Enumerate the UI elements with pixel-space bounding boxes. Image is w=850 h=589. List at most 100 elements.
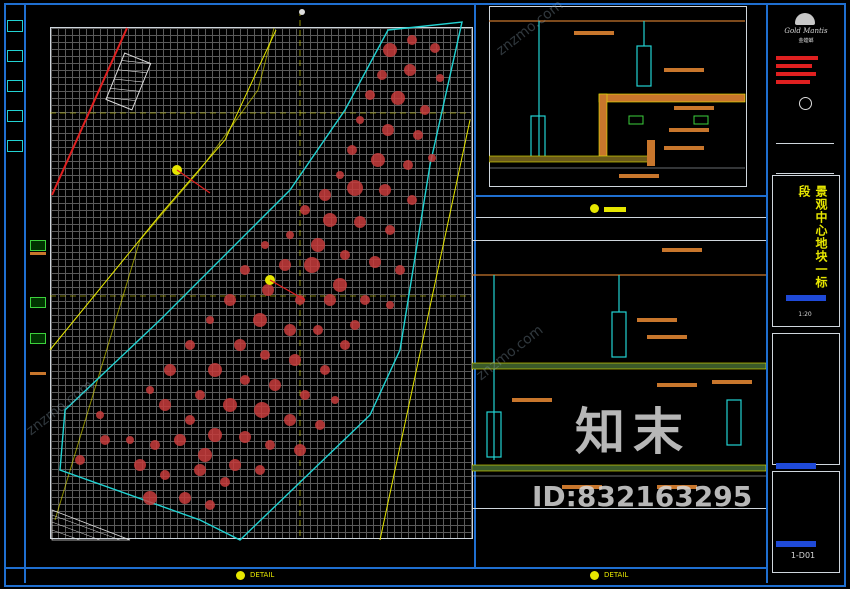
light-fixture-dot [340, 250, 350, 260]
light-fixture-dot [413, 130, 423, 140]
light-fixture-dot [407, 195, 417, 205]
light-fixture-dot [286, 231, 294, 239]
light-fixture-dot [323, 213, 337, 227]
light-fixture-dot [436, 74, 444, 82]
light-fixture-dot [146, 386, 154, 394]
light-fixture-dot [404, 64, 416, 76]
light-fixture-dot [206, 316, 214, 324]
light-fixture-dot [229, 459, 241, 471]
light-fixture-dot [360, 295, 370, 305]
light-fixture-dot [300, 205, 310, 215]
light-fixture-dot [198, 448, 212, 462]
yellow-boundary-line [379, 119, 471, 541]
light-fixture-dot [265, 440, 275, 450]
light-fixture-dot [239, 431, 251, 443]
light-fixture-dot [96, 411, 104, 419]
light-fixture-dot [143, 491, 157, 505]
notes-underline [776, 463, 816, 469]
light-fixture-dot [254, 402, 270, 418]
plan-detail-label: DETAIL [236, 570, 296, 582]
light-fixture-dot [347, 180, 363, 196]
light-fixture-dot [379, 184, 391, 196]
light-fixture-dot [223, 398, 237, 412]
light-fixture-dot [174, 434, 186, 446]
light-fixture-dot [333, 278, 347, 292]
light-fixture-dot [340, 340, 350, 350]
notes-box [772, 333, 840, 465]
light-fixture-dot [371, 153, 385, 167]
light-fixture-dot [428, 154, 436, 162]
section-a-detail-label [590, 203, 650, 215]
light-fixture-dot [208, 428, 222, 442]
light-fixture-dot [255, 465, 265, 475]
panel-divider [476, 195, 766, 197]
section-b-detail-label-text: DETAIL [604, 571, 629, 579]
light-fixture-dot [403, 160, 413, 170]
light-fixture-dot [75, 455, 85, 465]
light-fixture-dot [164, 364, 176, 376]
light-fixture-dot [395, 265, 405, 275]
light-fixture-dot [324, 294, 336, 306]
red-notes-block [776, 56, 818, 90]
light-fixture-dot [261, 241, 269, 249]
light-fixture-dot [260, 350, 270, 360]
title-line [776, 173, 834, 174]
light-fixture-dot [220, 477, 230, 487]
light-fixture-dot [315, 420, 325, 430]
light-fixture-dot [185, 415, 195, 425]
light-fixture-dot [350, 320, 360, 330]
light-fixture-dot [134, 459, 146, 471]
compass-icon [799, 97, 812, 110]
light-fixture-dot [385, 225, 395, 235]
light-fixture-dot [331, 396, 339, 404]
light-fixture-dot [289, 354, 301, 366]
light-fixture-dot [347, 145, 357, 155]
light-fixture-dot [234, 339, 246, 351]
light-fixture-dot [311, 238, 325, 252]
north-marker [299, 9, 305, 15]
light-fixture-dot [126, 436, 134, 444]
light-fixture-dot [284, 324, 296, 336]
light-fixture-dot [356, 116, 364, 124]
light-fixture-dot [319, 189, 331, 201]
logo-mark [795, 13, 815, 25]
light-fixture-dot [240, 375, 250, 385]
light-fixture-dot [224, 294, 236, 306]
light-fixture-dot [313, 325, 323, 335]
light-fixture-dot [369, 256, 381, 268]
light-fixture-dot [179, 492, 191, 504]
light-fixture-dot [386, 301, 394, 309]
title-block: Gold Mantis 金螳螂 景观中心地块一标段 1:20 1-D01 [768, 3, 842, 583]
light-fixture-dot [185, 340, 195, 350]
light-fixture-dot [407, 35, 417, 45]
light-fixture-dot [262, 284, 274, 296]
light-fixture-dot [430, 43, 440, 53]
light-fixture-dot [159, 399, 171, 411]
light-fixture-dot [194, 464, 206, 476]
title-underline [786, 295, 826, 301]
light-fixture-dot [391, 91, 405, 105]
light-fixture-dot [160, 470, 170, 480]
sheet-underline [776, 541, 816, 547]
light-fixture-dot [354, 216, 366, 228]
project-title: 景观中心地块一标段 [797, 185, 828, 289]
light-fixture-dot [269, 379, 281, 391]
light-fixture-dot [100, 435, 110, 445]
light-fixture-dot [377, 70, 387, 80]
yellow-boundary-line [54, 27, 275, 521]
light-fixture-dot [382, 124, 394, 136]
light-fixture-dot [279, 259, 291, 271]
panel-divider [476, 217, 766, 218]
light-fixture-dot [420, 105, 430, 115]
watermark-brand: 知末 [575, 403, 691, 461]
light-fixture-dot [320, 365, 330, 375]
light-fixture-dot [294, 444, 306, 456]
drawing-number: 1-D01 [790, 551, 816, 560]
logo-subtext: 金螳螂 [798, 38, 814, 44]
title-line [776, 143, 834, 144]
light-fixture-dot [300, 390, 310, 400]
plan-detail-label-text: DETAIL [250, 571, 275, 579]
section-b-detail-label: DETAIL [590, 570, 650, 582]
red-boundary-line [51, 27, 128, 196]
light-fixture-dot [383, 43, 397, 57]
